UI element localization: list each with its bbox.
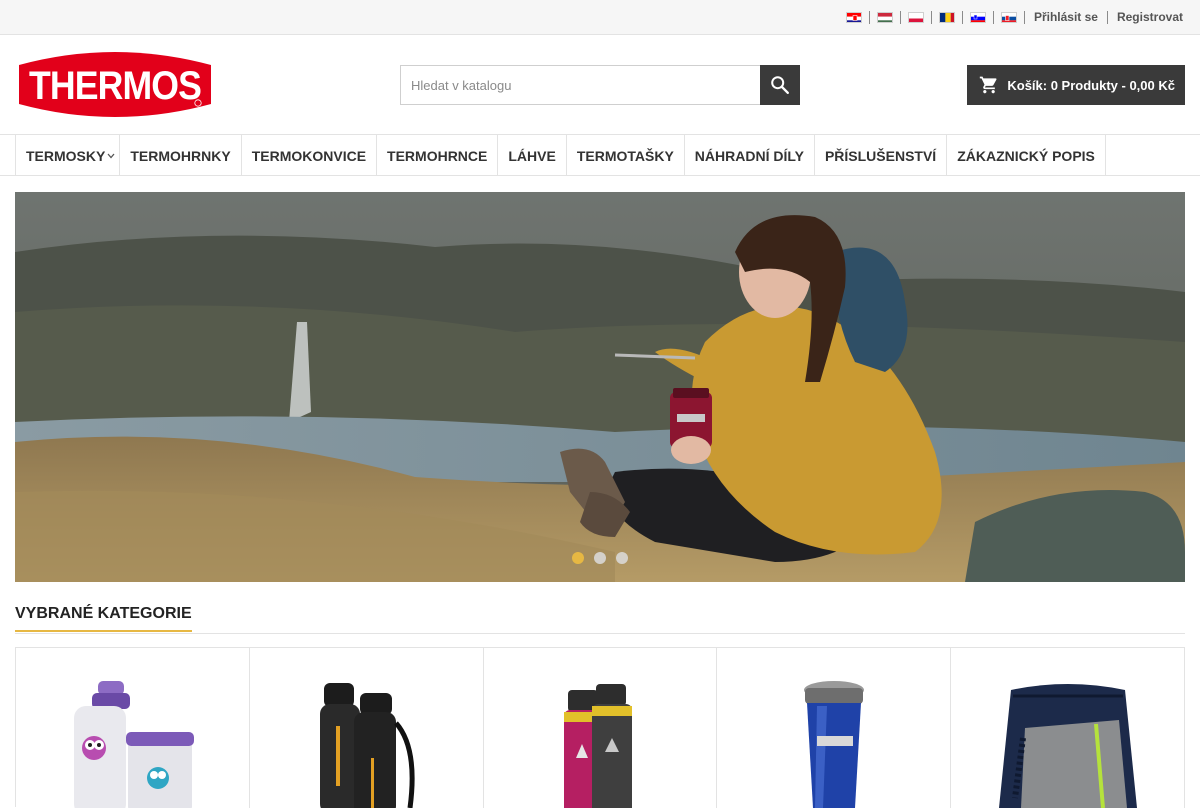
romania-flag-icon[interactable] [938,11,955,23]
nav-item-lahve[interactable]: LÁHVE [498,135,567,176]
nav-item-termohrnky[interactable]: TERMOHRNKY [120,135,242,176]
category-card-flasks[interactable] [484,648,718,808]
nav-item-label: TERMOHRNKY [130,147,231,164]
slider-dot-1[interactable] [572,552,584,564]
slovakia-flag-icon[interactable] [1000,11,1017,23]
croatia-flag-icon[interactable] [845,11,862,23]
shopping-cart-icon [979,75,999,95]
search-button[interactable] [760,65,800,105]
nav-item-label: LÁHVE [508,147,556,164]
categories-grid [15,647,1185,808]
nav-item-label: NÁHRADNÍ DÍLY [694,147,804,164]
logo-text: THERMOS [29,64,201,108]
nav-item-zakaznicky-popis[interactable]: ZÁKAZNICKÝ POPIS [947,135,1106,176]
nav-item-label: ZÁKAZNICKÝ POPIS [957,147,1095,164]
chevron-down-icon [107,151,115,162]
hero-slider[interactable] [15,192,1185,582]
login-link[interactable]: Přihlásit se [1034,10,1098,24]
categories-heading: VYBRANÉ KATEGORIE [15,605,1185,634]
slider-dot-3[interactable] [616,552,628,564]
nav-item-nahradni-dily[interactable]: NÁHRADNÍ DÍLY [685,135,815,176]
search-bar [400,65,800,105]
mountain-flask-image [563,684,632,808]
hungary-flag-icon[interactable] [876,11,893,23]
nav-item-termohrnce[interactable]: TERMOHRNCE [377,135,499,176]
poland-flag-icon[interactable] [907,11,924,23]
nav-item-termotasky[interactable]: TERMOTAŠKY [567,135,685,176]
categories-title: VYBRANÉ KATEGORIE [15,605,192,632]
black-sport-bottle-image [319,683,415,808]
category-card-travel-mugs[interactable] [717,648,952,808]
cart-button[interactable]: Košík: 0 Produkty - 0,00 Kč [967,65,1185,105]
slovenia-flag-icon[interactable] [969,11,986,23]
cooler-bag-image [999,684,1138,808]
slider-dots [15,552,1185,564]
nav-item-termokonvice[interactable]: TERMOKONVICE [242,135,378,176]
category-card-cooler-bags[interactable] [951,648,1185,808]
nav-item-label: TERMOHRNCE [387,147,488,164]
blue-travel-mug-image [804,681,865,808]
category-card-kids-bottles[interactable] [16,648,250,808]
header: THERMOS Košík: 0 Produkty - 0,00 Kč [0,35,1200,135]
main-nav: TERMOSKY TERMOHRNKY TERMOKONVICE TERMOHR… [0,135,1200,176]
nav-item-label: TERMOSKY [26,147,106,164]
top-bar: Přihlásit se Registrovat [0,0,1200,35]
nav-item-termosky[interactable]: TERMOSKY [16,135,121,176]
register-link[interactable]: Registrovat [1117,10,1183,24]
category-card-sport-bottles[interactable] [250,648,484,808]
nav-item-label: TERMOKONVICE [251,147,367,164]
slider-dot-2[interactable] [594,552,606,564]
search-input[interactable] [400,65,760,105]
search-icon [771,76,789,94]
hero-image [15,192,1185,582]
nav-item-label: PŘÍSLUŠENSTVÍ [824,147,937,164]
nav-item-prislusenstvi[interactable]: PŘÍSLUŠENSTVÍ [815,135,948,176]
language-flags [839,10,1025,24]
thermos-logo[interactable]: THERMOS [15,47,215,122]
nav-item-label: TERMOTAŠKY [576,147,674,164]
cart-label: Košík: 0 Produkty - 0,00 Kč [1007,77,1175,93]
kids-owl-bottle-image [74,681,194,808]
